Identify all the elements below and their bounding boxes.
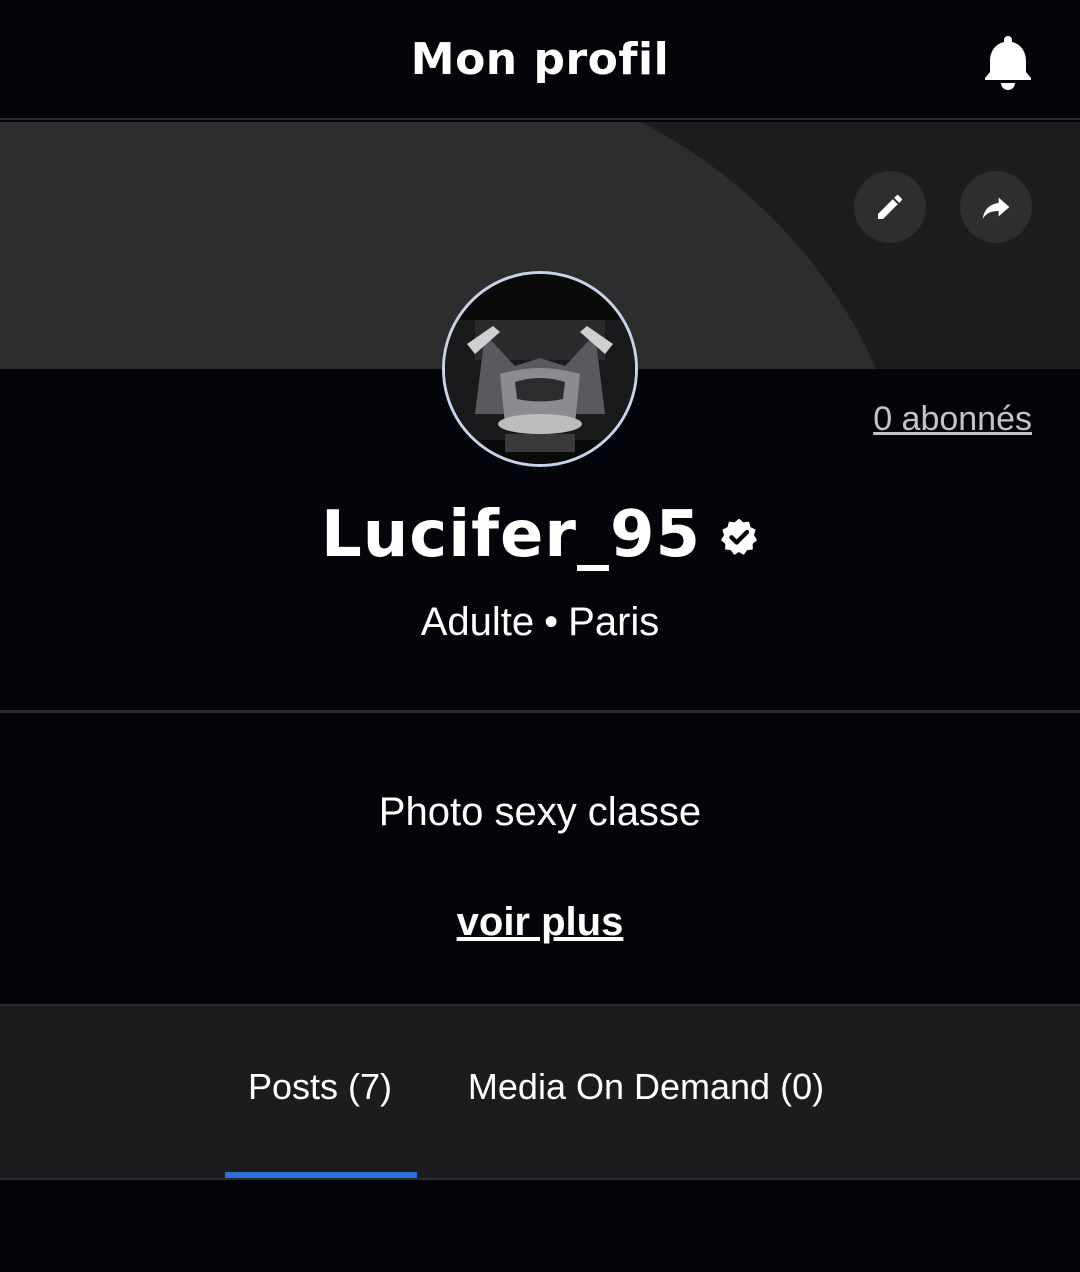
- profile-screen: Mon profil 0 abonnés Lucifer_95 Adulte •…: [0, 0, 1080, 1272]
- avatar-photo: [445, 274, 635, 464]
- tab-posts[interactable]: Posts (7): [224, 1066, 416, 1108]
- divider: [0, 710, 1080, 713]
- profile-bio: Photo sexy classe: [378, 790, 702, 834]
- verified-badge-icon: [721, 518, 758, 555]
- profile-category: Adulte: [420, 600, 535, 644]
- share-arrow-icon: [982, 197, 1010, 219]
- profile-meta: Adulte • Paris: [0, 600, 1080, 645]
- edit-profile-button[interactable]: [854, 171, 926, 243]
- active-tab-indicator: [225, 1172, 417, 1178]
- avatar[interactable]: [442, 271, 638, 467]
- username: Lucifer_95: [320, 498, 702, 572]
- content-tabs: Posts (7) Media On Demand (0): [0, 1004, 1080, 1180]
- page-title: Mon profil: [410, 34, 670, 85]
- username-row: Lucifer_95: [0, 498, 1080, 572]
- meta-separator: •: [544, 600, 559, 644]
- see-more-row: voir plus: [0, 900, 1080, 945]
- tab-media-on-demand[interactable]: Media On Demand (0): [446, 1066, 846, 1108]
- pencil-icon: [878, 194, 903, 219]
- followers-count-link[interactable]: 0 abonnés: [873, 400, 1032, 439]
- see-more-link[interactable]: voir plus: [457, 900, 624, 944]
- profile-city: Paris: [568, 600, 660, 644]
- top-bar: Mon profil: [0, 0, 1080, 120]
- bell-icon[interactable]: [984, 34, 1032, 90]
- share-profile-button[interactable]: [960, 171, 1032, 243]
